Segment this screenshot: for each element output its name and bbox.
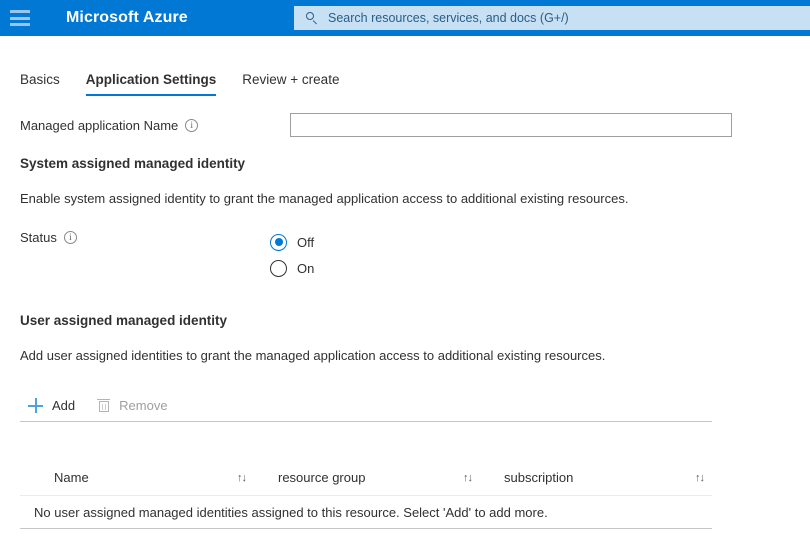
remove-button-label: Remove <box>119 398 167 413</box>
user-identity-heading: User assigned managed identity <box>20 313 227 328</box>
status-radio-off[interactable]: Off <box>270 229 314 255</box>
hamburger-icon[interactable] <box>10 10 30 26</box>
search-icon <box>306 12 319 25</box>
column-header-subscription[interactable]: subscription ↑↓ <box>472 470 712 485</box>
tab-basics[interactable]: Basics <box>20 72 60 96</box>
tab-application-settings[interactable]: Application Settings <box>86 72 217 96</box>
managed-application-name-input[interactable] <box>290 113 732 137</box>
column-header-resource-group[interactable]: resource group ↑↓ <box>246 470 472 485</box>
sort-icon[interactable]: ↑↓ <box>237 472 246 484</box>
table-empty-message: No user assigned managed identities assi… <box>20 496 712 529</box>
table-header-row: Name ↑↓ resource group ↑↓ subscription ↑… <box>20 460 712 496</box>
column-header-name[interactable]: Name ↑↓ <box>20 470 246 485</box>
status-radio-on-label: On <box>297 261 314 276</box>
column-header-name-label: Name <box>54 470 89 485</box>
user-assigned-identities-table: Name ↑↓ resource group ↑↓ subscription ↑… <box>20 460 712 529</box>
wizard-tabs: Basics Application Settings Review + cre… <box>20 72 365 96</box>
add-button-label: Add <box>52 398 75 413</box>
sort-icon[interactable]: ↑↓ <box>695 472 704 484</box>
identity-command-bar: Add Remove <box>20 390 712 422</box>
column-header-resource-group-label: resource group <box>278 470 365 485</box>
sort-icon[interactable]: ↑↓ <box>463 472 472 484</box>
add-button[interactable]: Add <box>20 391 85 421</box>
hamburger-bar <box>10 23 30 26</box>
status-radio-group: Off On <box>270 229 314 281</box>
managed-application-name-row: Managed application Name <box>20 118 712 133</box>
column-header-subscription-label: subscription <box>504 470 573 485</box>
trash-body <box>99 401 109 412</box>
status-label: Status <box>20 230 77 245</box>
user-identity-description: Add user assigned identities to grant th… <box>20 348 605 363</box>
managed-application-name-label: Managed application Name <box>20 118 178 133</box>
info-icon[interactable] <box>64 231 77 244</box>
hamburger-bar <box>10 10 30 13</box>
status-label-text: Status <box>20 230 57 245</box>
status-radio-on[interactable]: On <box>270 255 314 281</box>
info-icon[interactable] <box>185 119 198 132</box>
global-search-box[interactable]: Search resources, services, and docs (G+… <box>294 6 810 30</box>
search-input-placeholder[interactable]: Search resources, services, and docs (G+… <box>328 11 569 25</box>
status-radio-off-label: Off <box>297 235 314 250</box>
trash-icon <box>97 399 110 413</box>
tab-review-create[interactable]: Review + create <box>242 72 339 96</box>
radio-indicator-off[interactable] <box>270 234 287 251</box>
azure-brand-title[interactable]: Microsoft Azure <box>66 9 188 27</box>
plus-icon <box>28 398 43 413</box>
system-identity-description: Enable system assigned identity to grant… <box>20 191 628 206</box>
top-header-bar: Microsoft Azure Search resources, servic… <box>0 0 810 36</box>
hamburger-bar <box>10 17 30 20</box>
trash-lid <box>97 399 110 401</box>
radio-indicator-on[interactable] <box>270 260 287 277</box>
remove-button: Remove <box>89 391 177 421</box>
system-identity-heading: System assigned managed identity <box>20 156 245 171</box>
